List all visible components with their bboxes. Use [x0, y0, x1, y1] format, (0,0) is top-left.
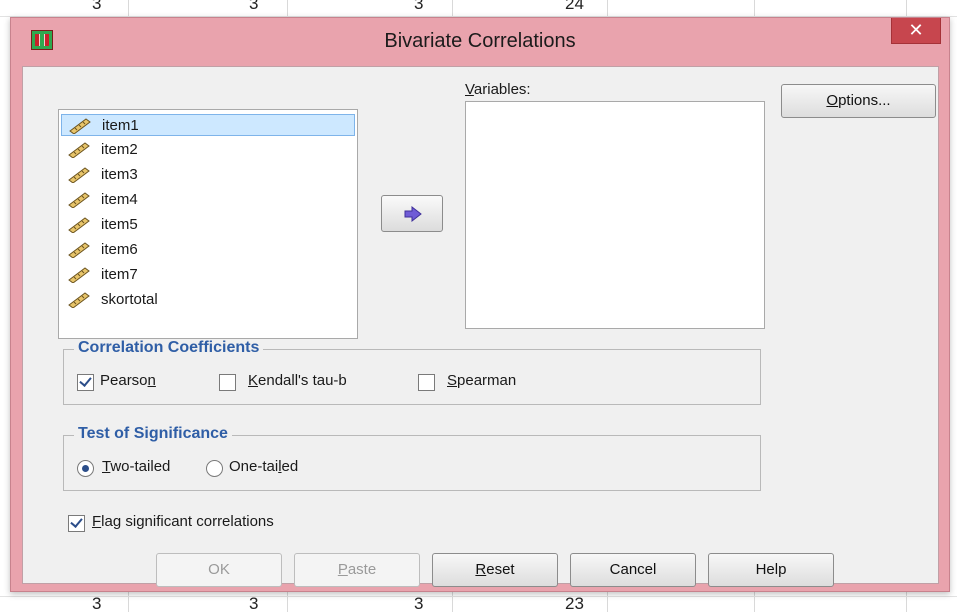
scale-ruler-icon	[68, 267, 90, 283]
scale-ruler-icon	[68, 242, 90, 258]
cell-bottom-2: 3	[249, 594, 259, 613]
list-item[interactable]: item2	[61, 139, 355, 161]
list-item[interactable]: item3	[61, 164, 355, 186]
ok-button[interactable]: OK	[156, 553, 282, 587]
options-button[interactable]: Options...	[781, 84, 936, 118]
one-tailed-label[interactable]: One-tailed	[229, 458, 298, 475]
dialog-title: Bivariate Correlations	[384, 30, 576, 52]
list-item-label: skortotal	[101, 291, 158, 308]
scale-ruler-icon	[68, 167, 90, 183]
list-item[interactable]: item1	[61, 114, 355, 136]
scale-ruler-icon	[68, 292, 90, 308]
correlation-coefficients-group: Correlation Coefficients Pearson Kendall…	[63, 339, 761, 405]
cell-top-4: 24	[565, 0, 584, 13]
group-title: Test of Significance	[74, 425, 232, 443]
pearson-label[interactable]: Pearson	[100, 372, 156, 389]
source-variable-list[interactable]: item1 item2 item3 item4 item5 item6 item…	[58, 109, 358, 339]
kendall-label[interactable]: Kendall's tau-b	[248, 372, 347, 389]
close-button[interactable]: ✕	[891, 18, 941, 44]
scale-ruler-icon	[68, 217, 90, 233]
bivariate-correlations-dialog: Bivariate Correlations ✕ item1 item2 ite…	[10, 17, 950, 592]
arrow-right-icon	[404, 206, 422, 222]
cell-bottom-1: 3	[92, 594, 102, 613]
list-item[interactable]: skortotal	[61, 289, 355, 311]
two-tailed-radio[interactable]	[77, 460, 94, 477]
spearman-label[interactable]: Spearman	[447, 372, 516, 389]
cell-top-1: 3	[92, 0, 102, 13]
close-icon: ✕	[908, 20, 924, 40]
dialog-body: item1 item2 item3 item4 item5 item6 item…	[22, 66, 939, 587]
reset-button[interactable]: Reset	[432, 553, 558, 587]
cell-top-3: 3	[414, 0, 424, 13]
one-tailed-radio[interactable]	[206, 460, 223, 477]
title-bar[interactable]: Bivariate Correlations ✕	[11, 18, 949, 66]
kendall-checkbox[interactable]	[219, 374, 236, 391]
group-title: Correlation Coefficients	[74, 339, 264, 357]
list-item[interactable]: item5	[61, 214, 355, 236]
cancel-button[interactable]: Cancel	[570, 553, 696, 587]
scale-ruler-icon	[68, 142, 90, 158]
list-item[interactable]: item7	[61, 264, 355, 286]
spearman-checkbox[interactable]	[418, 374, 435, 391]
list-item-label: item5	[101, 216, 138, 233]
help-button[interactable]: Help	[708, 553, 834, 587]
list-item-label: item1	[102, 117, 139, 134]
flag-significant-label[interactable]: Flag significant correlations	[92, 513, 274, 530]
cell-bottom-3: 3	[414, 594, 424, 613]
scale-ruler-icon	[69, 118, 91, 134]
list-item-label: item4	[101, 191, 138, 208]
list-item-label: item3	[101, 166, 138, 183]
list-item[interactable]: item6	[61, 239, 355, 261]
pearson-checkbox[interactable]	[77, 374, 94, 391]
list-item-label: item6	[101, 241, 138, 258]
cell-top-2: 3	[249, 0, 259, 13]
list-item-label: item7	[101, 266, 138, 283]
list-item-label: item2	[101, 141, 138, 158]
paste-button[interactable]: Paste	[294, 553, 420, 587]
variables-label: Variables:	[465, 81, 531, 98]
variables-target-list[interactable]	[465, 101, 765, 329]
two-tailed-label[interactable]: Two-tailed	[102, 458, 170, 475]
scale-ruler-icon	[68, 192, 90, 208]
move-to-variables-button[interactable]	[381, 195, 443, 232]
test-of-significance-group: Test of Significance Two-tailed One-tail…	[63, 425, 761, 491]
list-item[interactable]: item4	[61, 189, 355, 211]
cell-bottom-4: 23	[565, 594, 584, 613]
flag-significant-checkbox[interactable]	[68, 515, 85, 532]
